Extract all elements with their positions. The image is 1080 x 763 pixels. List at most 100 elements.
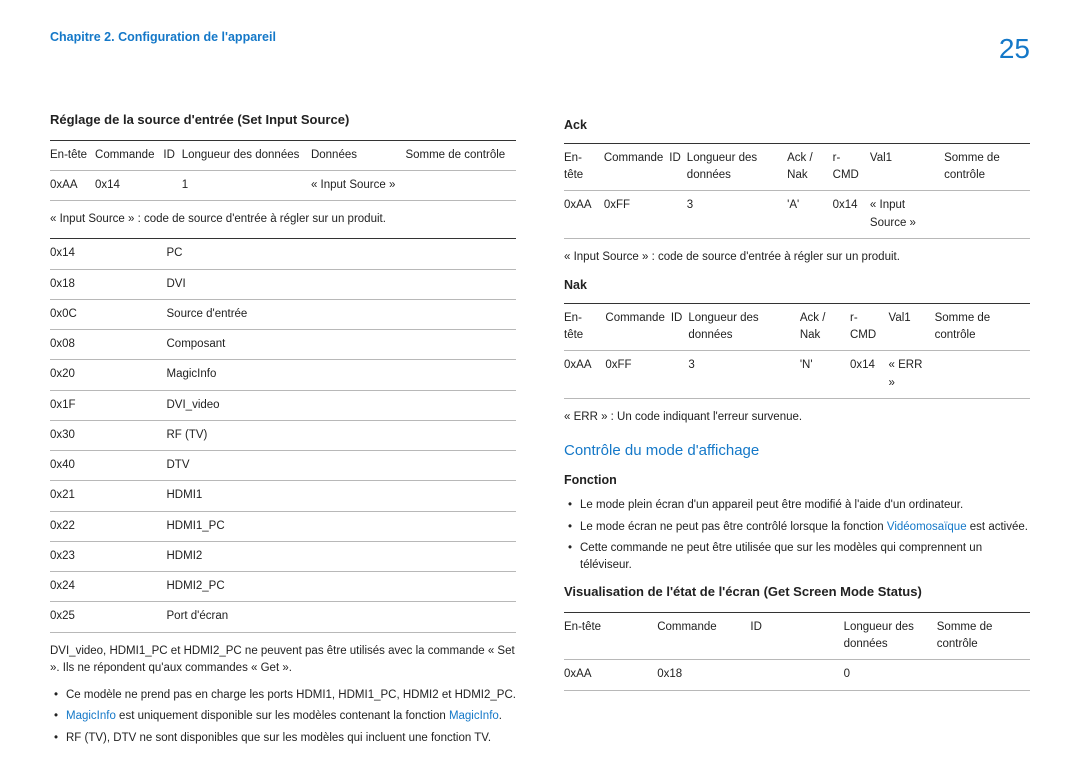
- th: r-CMD: [850, 303, 889, 351]
- th: ID: [750, 612, 843, 660]
- td: HDMI1_PC: [167, 511, 517, 541]
- th: En-tête: [50, 140, 95, 170]
- td: 0x24: [50, 572, 167, 602]
- set-input-source-heading: Réglage de la source d'entrée (Set Input…: [50, 110, 516, 130]
- td: 0x0C: [50, 299, 167, 329]
- ack-heading: Ack: [564, 116, 1030, 135]
- table-row: 0x23HDMI2: [50, 541, 516, 571]
- th: Somme de contrôle: [935, 303, 1030, 351]
- table-row: 0xAA 0xFF 3 'N' 0x14 « ERR »: [564, 351, 1030, 399]
- td: « ERR »: [889, 351, 935, 399]
- th: En-tête: [564, 612, 657, 660]
- td: 0xAA: [50, 170, 95, 200]
- th: r-CMD: [833, 143, 870, 191]
- page-number: 25: [999, 28, 1030, 70]
- td: 0x21: [50, 481, 167, 511]
- left-column: Réglage de la source d'entrée (Set Input…: [50, 110, 516, 755]
- function-heading: Fonction: [564, 471, 1030, 490]
- table-row: 0xAA 0x18 0: [564, 660, 1030, 690]
- td: 0x20: [50, 360, 167, 390]
- table-row: 0x21HDMI1: [50, 481, 516, 511]
- td: 0x08: [50, 330, 167, 360]
- th: Commande: [95, 140, 163, 170]
- th: Val1: [870, 143, 944, 191]
- table-row: 0x25Port d'écran: [50, 602, 516, 632]
- th: Longueur des données: [844, 612, 937, 660]
- td: Composant: [167, 330, 517, 360]
- td: 0x18: [657, 660, 750, 690]
- td: 0x22: [50, 511, 167, 541]
- td: 0x25: [50, 602, 167, 632]
- get-screen-mode-heading: Visualisation de l'état de l'écran (Get …: [564, 582, 1030, 602]
- table-row: 0x08Composant: [50, 330, 516, 360]
- table-row: 0x1FDVI_video: [50, 390, 516, 420]
- td: [671, 351, 689, 399]
- td: PC: [167, 239, 517, 269]
- text: Le mode écran ne peut pas être contrôlé …: [580, 521, 887, 533]
- table-row: 0x40DTV: [50, 451, 516, 481]
- magicinfo-link[interactable]: MagicInfo: [66, 710, 116, 722]
- td: HDMI1: [167, 481, 517, 511]
- td: 1: [182, 170, 311, 200]
- td: HDMI2: [167, 541, 517, 571]
- th: Commande: [657, 612, 750, 660]
- table-row: 0x24HDMI2_PC: [50, 572, 516, 602]
- td: 0x18: [50, 269, 167, 299]
- td: [935, 351, 1030, 399]
- th: Val1: [889, 303, 935, 351]
- th: Longueur des données: [182, 140, 311, 170]
- td: 3: [687, 191, 787, 239]
- th: Longueur des données: [687, 143, 787, 191]
- table-row: 0xAA 0x14 1 « Input Source »: [50, 170, 516, 200]
- input-source-note: « Input Source » : code de source d'entr…: [50, 211, 516, 228]
- td: 0xAA: [564, 351, 605, 399]
- set-get-paragraph: DVI_video, HDMI1_PC et HDMI2_PC ne peuve…: [50, 643, 516, 678]
- table-row: 0xAA 0xFF 3 'A' 0x14 « Input Source »: [564, 191, 1030, 239]
- td: 0x14: [850, 351, 889, 399]
- chapter-label: Chapitre 2. Configuration de l'appareil: [50, 28, 276, 47]
- table-row: 0x0CSource d'entrée: [50, 299, 516, 329]
- text: .: [499, 710, 502, 722]
- td: [944, 191, 1030, 239]
- td: [750, 660, 843, 690]
- right-column: Ack En-tête Commande ID Longueur des don…: [564, 110, 1030, 755]
- td: MagicInfo: [167, 360, 517, 390]
- td: 3: [688, 351, 800, 399]
- th: ID: [669, 143, 687, 191]
- table-row: 0x18DVI: [50, 269, 516, 299]
- th: Commande: [604, 143, 669, 191]
- td: [937, 660, 1030, 690]
- table-row: 0x20MagicInfo: [50, 360, 516, 390]
- table-row: 0x22HDMI1_PC: [50, 511, 516, 541]
- nak-heading: Nak: [564, 276, 1030, 295]
- table-row: 0x30RF (TV): [50, 420, 516, 450]
- list-item: Le mode plein écran d'un appareil peut ê…: [564, 497, 1030, 514]
- td: « Input Source »: [311, 170, 406, 200]
- list-item: Le mode écran ne peut pas être contrôlé …: [564, 519, 1030, 536]
- td: RF (TV): [167, 420, 517, 450]
- th: Somme de contrôle: [405, 140, 516, 170]
- list-item: RF (TV), DTV ne sont disponibles que sur…: [50, 730, 516, 747]
- set-input-source-table: En-tête Commande ID Longueur des données…: [50, 140, 516, 202]
- td: DVI: [167, 269, 517, 299]
- td: [163, 170, 181, 200]
- td: 0x23: [50, 541, 167, 571]
- td: DTV: [167, 451, 517, 481]
- td: [669, 191, 687, 239]
- th: ID: [671, 303, 689, 351]
- td: 0x14: [50, 239, 167, 269]
- th: En-tête: [564, 303, 605, 351]
- th: En-tête: [564, 143, 604, 191]
- magicinfo-link[interactable]: MagicInfo: [449, 710, 499, 722]
- td: 0x14: [95, 170, 163, 200]
- td: DVI_video: [167, 390, 517, 420]
- videomosaique-link[interactable]: Vidéomosaïque: [887, 521, 967, 533]
- td: 0x40: [50, 451, 167, 481]
- td: 0xFF: [605, 351, 670, 399]
- td: Source d'entrée: [167, 299, 517, 329]
- th: Somme de contrôle: [944, 143, 1030, 191]
- td: 0x1F: [50, 390, 167, 420]
- ack-note: « Input Source » : code de source d'entr…: [564, 249, 1030, 266]
- text: est activée.: [967, 521, 1028, 533]
- th: Ack / Nak: [800, 303, 850, 351]
